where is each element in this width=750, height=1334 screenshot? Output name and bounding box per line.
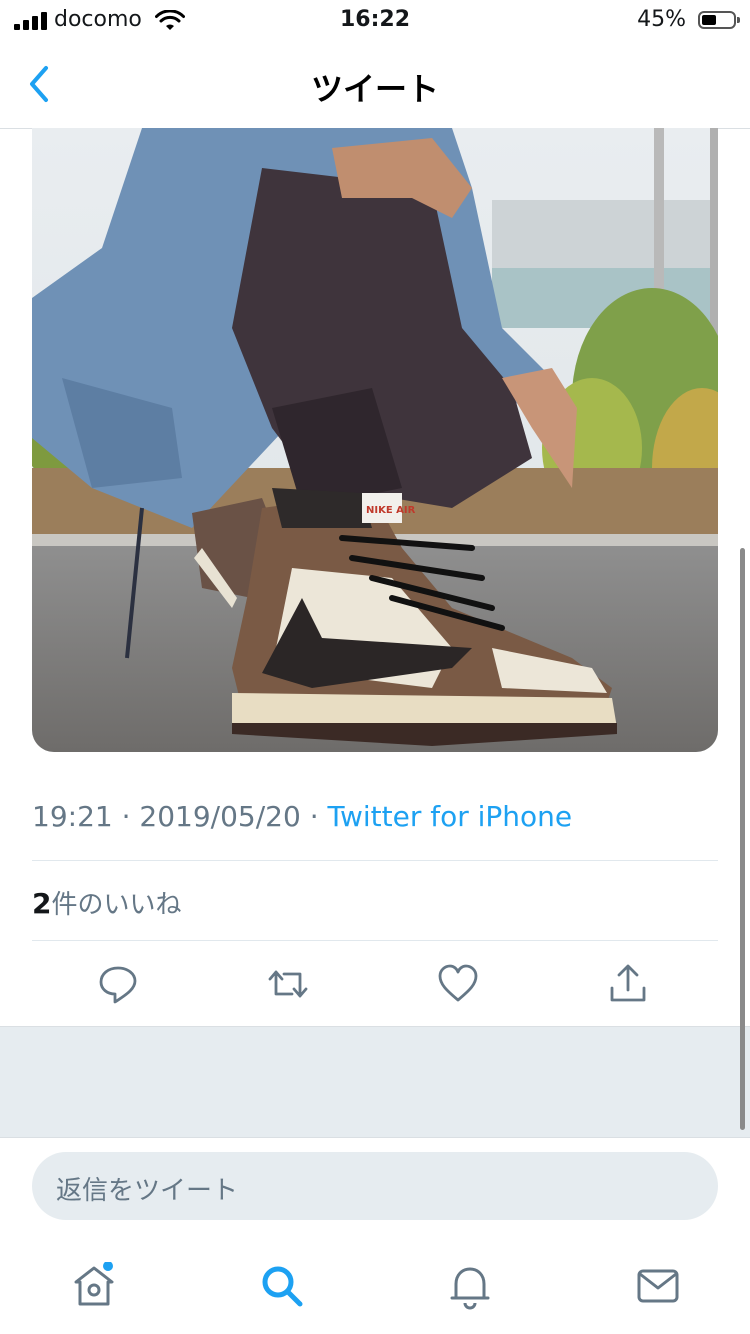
reply-input[interactable]: 返信をツイート xyxy=(32,1152,718,1220)
nav-bar: ツイート xyxy=(0,42,750,129)
battery-icon xyxy=(698,11,740,29)
notifications-icon[interactable] xyxy=(446,1262,494,1310)
tweet-meta: 19:21 · 2019/05/20 · Twitter for iPhone xyxy=(32,800,572,833)
unread-dot xyxy=(103,1262,113,1271)
tweet-time: 19:21 xyxy=(32,800,113,833)
tweet-client-link[interactable]: Twitter for iPhone xyxy=(328,800,573,833)
reply-icon[interactable] xyxy=(96,962,140,1006)
status-bar: docomo 16:22 45% xyxy=(0,0,750,42)
tweet-date: 2019/05/20 xyxy=(139,800,301,833)
battery-percent: 45% xyxy=(637,7,686,32)
sneaker-photo: NIKE AIR xyxy=(32,128,718,752)
search-icon[interactable] xyxy=(258,1262,306,1310)
divider xyxy=(32,940,718,941)
likes-summary[interactable]: 2件のいいね xyxy=(32,884,182,921)
page-title: ツイート xyxy=(310,70,439,108)
meta-separator: · xyxy=(112,800,140,833)
reply-placeholder: 返信をツイート xyxy=(56,1176,239,1206)
empty-replies-area xyxy=(0,1026,750,1138)
like-label: 件のいいね xyxy=(51,890,182,920)
retweet-icon[interactable] xyxy=(266,962,310,1006)
like-count: 2 xyxy=(32,887,52,920)
messages-icon[interactable] xyxy=(634,1262,682,1310)
share-icon[interactable] xyxy=(606,962,650,1006)
meta-separator: · xyxy=(300,800,328,833)
tongue-tag-logo: NIKE AIR xyxy=(366,505,416,516)
divider xyxy=(32,860,718,861)
home-icon[interactable] xyxy=(70,1262,118,1310)
scrollbar[interactable] xyxy=(740,548,745,1130)
tab-bar xyxy=(0,1236,750,1334)
like-icon[interactable] xyxy=(436,962,480,1006)
tweet-photo[interactable]: NIKE AIR xyxy=(32,128,718,752)
